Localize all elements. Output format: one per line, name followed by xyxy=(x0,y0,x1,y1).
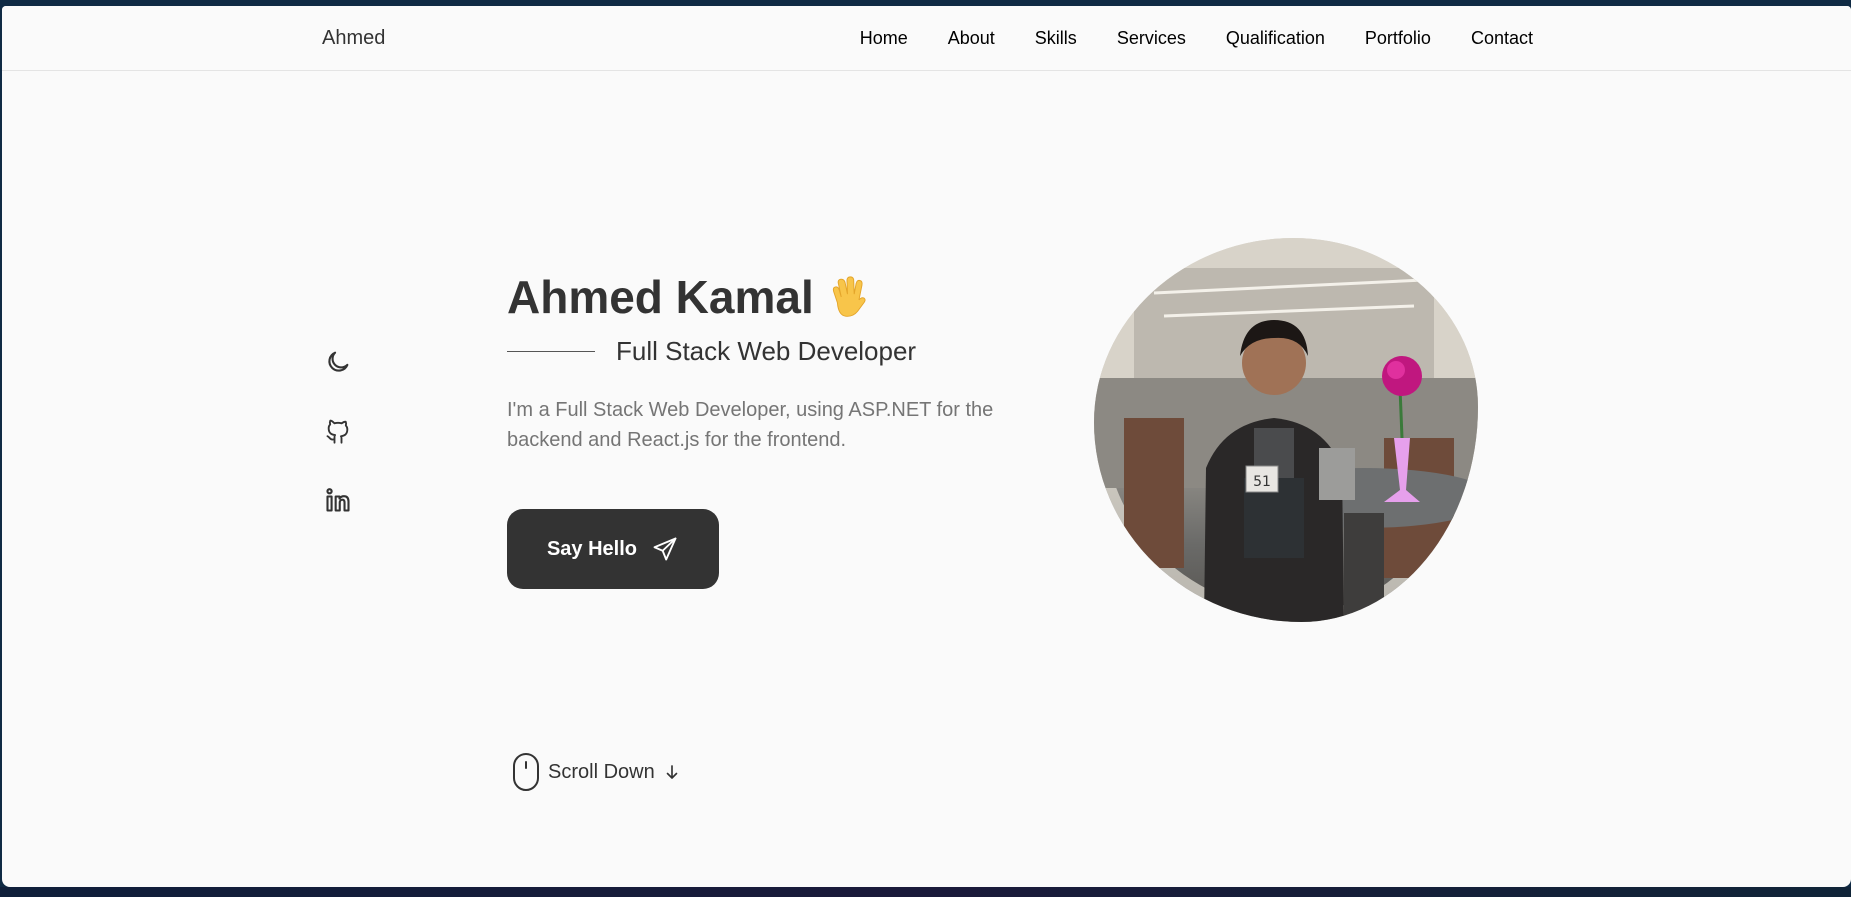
waving-hand-icon xyxy=(832,276,866,317)
site-header: Ahmed Home About Skills Services Qualifi… xyxy=(2,6,1851,71)
nav-about[interactable]: About xyxy=(948,28,995,49)
github-icon xyxy=(326,419,349,444)
subtitle-divider xyxy=(507,351,595,352)
desktop-background-strip xyxy=(0,887,1851,897)
scroll-down-label: Scroll Down xyxy=(548,760,655,783)
moon-icon xyxy=(328,351,349,372)
hero-subtitle: Full Stack Web Developer xyxy=(616,336,917,366)
linkedin-icon xyxy=(326,488,350,512)
mouse-icon xyxy=(513,753,539,791)
profile-photo-scene: 51 xyxy=(1094,238,1478,622)
profile-photo-blob: 51 xyxy=(1094,238,1478,622)
subtitle-row: Full Stack Web Developer xyxy=(507,336,1027,367)
nav-services[interactable]: Services xyxy=(1117,28,1186,49)
send-icon xyxy=(653,537,677,561)
nav-contact[interactable]: Contact xyxy=(1471,28,1533,49)
table-number: 51 xyxy=(1253,474,1271,490)
browser-page: Ahmed Home About Skills Services Qualifi… xyxy=(2,6,1851,887)
nav-home[interactable]: Home xyxy=(860,28,908,49)
nav-qualification[interactable]: Qualification xyxy=(1226,28,1325,49)
arrow-down-icon xyxy=(666,765,678,779)
main-nav: Home About Skills Services Qualification… xyxy=(860,28,1533,49)
hero-intro: Ahmed Kamal Full Stack Web Developer I'm… xyxy=(507,266,1027,475)
site-logo[interactable]: Ahmed xyxy=(322,27,385,50)
hero-name-heading: Ahmed Kamal xyxy=(507,266,1027,328)
theme-toggle-button[interactable] xyxy=(322,346,354,378)
scroll-down-link[interactable]: Scroll Down xyxy=(512,752,681,792)
linkedin-link[interactable] xyxy=(322,484,354,516)
social-links xyxy=(322,346,354,516)
profile-photo: 51 xyxy=(1094,238,1478,622)
say-hello-label: Say Hello xyxy=(546,537,638,560)
nav-skills[interactable]: Skills xyxy=(1035,28,1077,49)
hero-description: I'm a Full Stack Web Developer, using AS… xyxy=(507,399,994,451)
github-link[interactable] xyxy=(322,415,354,447)
nav-portfolio[interactable]: Portfolio xyxy=(1365,28,1431,49)
say-hello-button[interactable]: Say Hello xyxy=(507,509,719,589)
hero-name: Ahmed Kamal xyxy=(507,271,814,323)
